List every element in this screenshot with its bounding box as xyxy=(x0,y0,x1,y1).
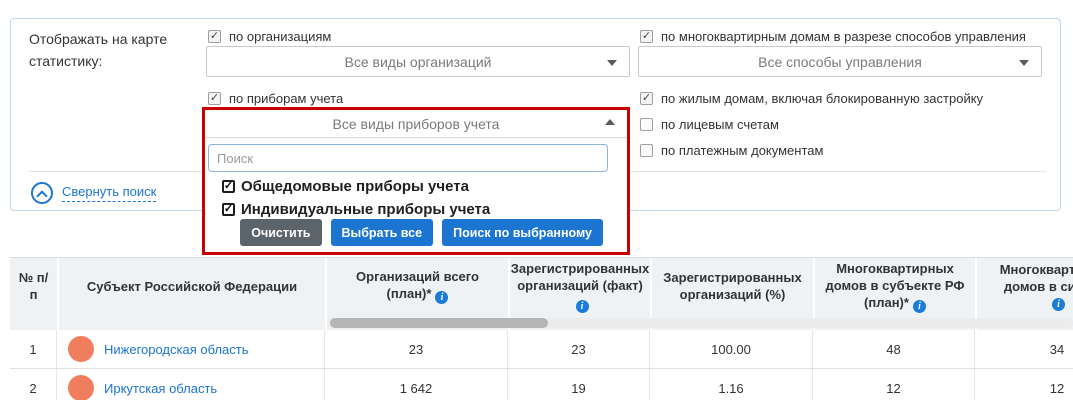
org-pct-value: 1.16 xyxy=(650,369,813,400)
meter-search-input[interactable] xyxy=(208,144,608,172)
individual-meters-checkbox[interactable]: ✓ xyxy=(222,203,235,216)
col-header-region: Субъект Российской Федерации xyxy=(57,258,325,330)
mkd-management-checkbox[interactable]: ✓ xyxy=(640,30,653,43)
chevron-down-icon xyxy=(607,60,617,66)
option-individual-meters[interactable]: ✓ Индивидуальные приборы учета xyxy=(222,201,490,218)
meters-checkbox-row[interactable]: ✓ по приборам учета xyxy=(208,91,343,106)
common-meters-checkbox[interactable]: ✓ xyxy=(222,180,235,193)
collapse-search-link[interactable]: Свернуть поиск xyxy=(31,182,156,204)
region-status-dot xyxy=(68,375,94,400)
info-icon[interactable]: i xyxy=(1052,298,1065,311)
management-methods-select[interactable]: Все способы управления xyxy=(638,46,1042,77)
panel-label: Отображать на карте статистику: xyxy=(29,28,204,72)
meters-checkbox[interactable]: ✓ xyxy=(208,92,221,105)
accounts-checkbox-label: по лицевым счетам xyxy=(661,117,779,132)
region-link[interactable]: Иркутская область xyxy=(104,381,217,396)
housing-checkbox-row[interactable]: ✓ по жилым домам, включая блокированную … xyxy=(640,91,983,106)
meter-types-dropdown-highlighted: Все виды приборов учета ✓ Общедомовые пр… xyxy=(202,107,630,255)
mkd-system-value: 34 xyxy=(975,330,1073,368)
info-icon[interactable]: i xyxy=(913,300,926,313)
collapse-search-label[interactable]: Свернуть поиск xyxy=(62,184,156,202)
org-pct-value: 100.00 xyxy=(650,330,813,368)
housing-checkbox-label: по жилым домам, включая блокированную за… xyxy=(661,91,983,106)
info-icon[interactable]: i xyxy=(435,291,448,304)
organizations-checkbox-row[interactable]: ✓ по организациям xyxy=(208,29,331,44)
info-icon[interactable]: i xyxy=(576,300,589,313)
organizations-checkbox[interactable]: ✓ xyxy=(208,30,221,43)
row-num: 2 xyxy=(10,369,57,400)
mkd-plan-value: 48 xyxy=(813,330,975,368)
mkd-plan-value: 12 xyxy=(813,369,975,400)
region-status-dot xyxy=(68,336,94,362)
regions-statistics-table: № п/п Субъект Российской Федерации Орган… xyxy=(10,257,1073,400)
row-region-cell: Нижегородская область xyxy=(57,330,325,368)
organizations-checkbox-label: по организациям xyxy=(229,29,331,44)
organization-types-select[interactable]: Все виды организаций xyxy=(206,46,630,77)
org-plan-value: 1 642 xyxy=(325,369,508,400)
region-link[interactable]: Нижегородская область xyxy=(104,342,249,357)
meter-types-select-value: Все виды приборов учета xyxy=(333,116,500,132)
org-fact-value: 23 xyxy=(508,330,650,368)
chevron-up-circle-icon[interactable] xyxy=(31,182,53,204)
housing-checkbox[interactable]: ✓ xyxy=(640,92,653,105)
org-fact-value: 19 xyxy=(508,369,650,400)
chevron-up-icon xyxy=(605,119,615,125)
clear-button[interactable]: Очистить xyxy=(240,219,321,246)
mkd-management-checkbox-row[interactable]: ✓ по многоквартирным домам в разрезе спо… xyxy=(640,29,1026,44)
horizontal-scrollbar[interactable] xyxy=(327,318,1073,328)
row-region-cell: Иркутская область xyxy=(57,369,325,400)
col-header-num: № п/п xyxy=(10,258,57,330)
meter-types-select[interactable]: Все виды приборов учета xyxy=(205,110,627,138)
select-all-button[interactable]: Выбрать все xyxy=(331,219,434,246)
option-common-meters[interactable]: ✓ Общедомовые приборы учета xyxy=(222,178,469,195)
accounts-checkbox-row[interactable]: по лицевым счетам xyxy=(640,117,779,132)
common-meters-label: Общедомовые приборы учета xyxy=(241,178,469,195)
search-by-selected-button[interactable]: Поиск по выбранному xyxy=(442,219,603,246)
scrollbar-thumb[interactable] xyxy=(330,318,548,328)
individual-meters-label: Индивидуальные приборы учета xyxy=(241,201,490,218)
org-plan-value: 23 xyxy=(325,330,508,368)
table-row: 2 Иркутская область 1 642 19 1.16 12 12 xyxy=(10,369,1073,400)
mkd-system-value: 12 xyxy=(975,369,1073,400)
payment-docs-checkbox-row[interactable]: по платежным документам xyxy=(640,143,823,158)
payment-docs-checkbox-label: по платежным документам xyxy=(661,143,823,158)
organization-types-select-value: Все виды организаций xyxy=(345,54,492,70)
payment-docs-checkbox[interactable] xyxy=(640,144,653,157)
row-num: 1 xyxy=(10,330,57,368)
management-methods-select-value: Все способы управления xyxy=(758,54,922,70)
mkd-management-checkbox-label: по многоквартирным домам в разрезе спосо… xyxy=(661,29,1026,44)
chevron-down-icon xyxy=(1019,60,1029,66)
accounts-checkbox[interactable] xyxy=(640,118,653,131)
table-row: 1 Нижегородская область 23 23 100.00 48 … xyxy=(10,330,1073,369)
meters-checkbox-label: по приборам учета xyxy=(229,91,343,106)
